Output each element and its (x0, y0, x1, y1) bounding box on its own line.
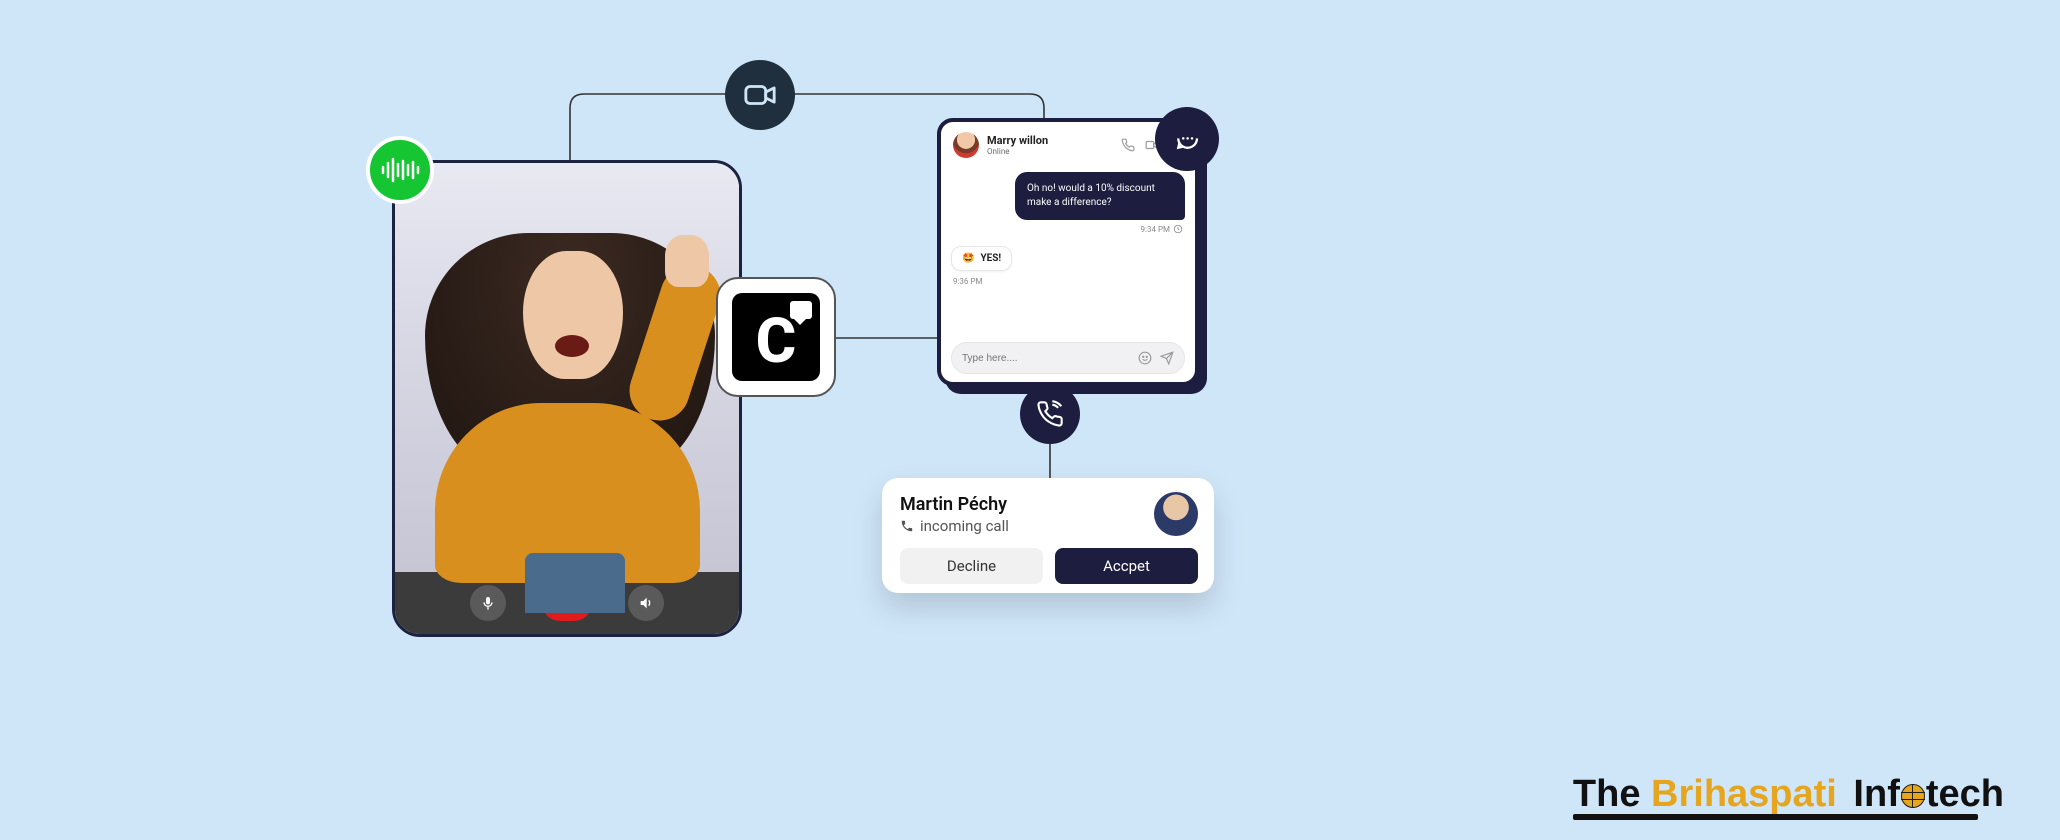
globe-icon (1901, 784, 1925, 808)
chat-body: Oh no! would a 10% discount make a diffe… (951, 162, 1185, 332)
phone-small-icon (900, 519, 914, 533)
chat-input[interactable] (962, 353, 1130, 364)
speaker-button[interactable] (628, 585, 664, 621)
message-them: Oh no! would a 10% discount make a diffe… (1015, 172, 1185, 220)
caller-avatar (1154, 492, 1198, 536)
center-app-icon: C (716, 277, 836, 397)
center-letter: C (756, 311, 797, 381)
chat-user-status: Online (987, 147, 1048, 156)
emoji-icon[interactable] (1138, 351, 1152, 365)
mic-icon (480, 595, 496, 611)
incoming-call-card: Martin Péchy incoming call Decline Accpe… (882, 478, 1214, 593)
chat-input-bar (951, 342, 1185, 374)
camera-icon (743, 78, 777, 112)
chat-bubble-icon (1172, 124, 1202, 154)
chat-card: Marry willon Online Oh no! would a 10% d… (937, 118, 1199, 386)
video-call-card (392, 160, 742, 637)
emoji-icon: 🤩 (962, 253, 974, 264)
brand-logo: The Brihaspati Inftech (1573, 773, 2004, 820)
message-me-text: YES! (980, 253, 1001, 264)
accept-button[interactable]: Accpet (1055, 548, 1198, 584)
audio-badge (366, 136, 434, 204)
message-me: 🤩 YES! (951, 246, 1012, 271)
phone-icon[interactable] (1121, 138, 1135, 152)
phone-badge (1020, 384, 1080, 444)
speech-bubble-icon (790, 301, 812, 319)
speaker-icon (638, 595, 654, 611)
video-feed (395, 163, 739, 572)
message-them-time: 9:34 PM (1141, 224, 1183, 234)
chat-user: Marry willon Online (953, 132, 1048, 158)
call-status: incoming call (900, 517, 1009, 535)
mic-button[interactable] (470, 585, 506, 621)
camera-badge (725, 60, 795, 130)
chat-header: Marry willon Online (951, 132, 1185, 162)
phone-icon (1036, 400, 1064, 428)
chat-user-name: Marry willon (987, 134, 1048, 147)
chat-badge (1155, 107, 1219, 171)
person-illustration (395, 163, 739, 572)
message-me-time: 9:36 PM (953, 277, 982, 286)
clock-icon (1173, 224, 1183, 234)
send-icon[interactable] (1160, 351, 1174, 365)
decline-button[interactable]: Decline (900, 548, 1043, 584)
caller-name: Martin Péchy (900, 494, 1009, 515)
avatar (953, 132, 979, 158)
audio-wave-icon (380, 155, 420, 185)
